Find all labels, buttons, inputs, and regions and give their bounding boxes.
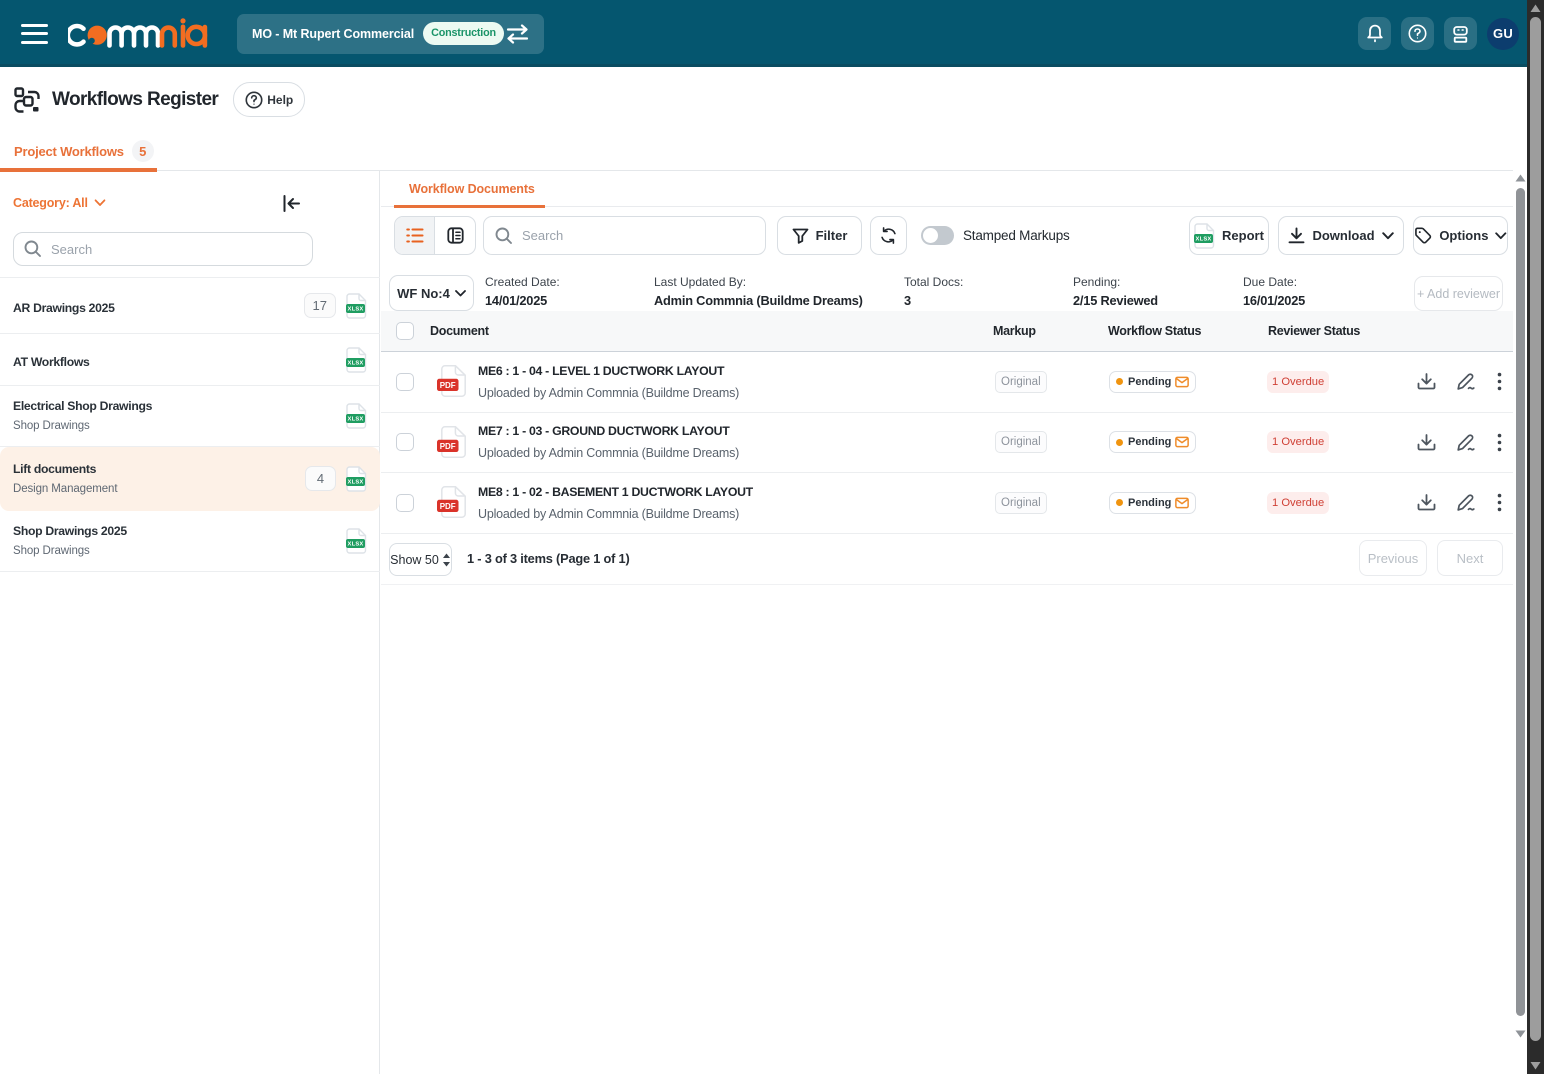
- svg-text:XLSX: XLSX: [348, 417, 364, 423]
- svg-text:XLSX: XLSX: [348, 542, 364, 548]
- svg-text:XLSX: XLSX: [1196, 236, 1212, 242]
- svg-text:XLSX: XLSX: [348, 306, 364, 312]
- svg-text:PDF: PDF: [440, 381, 456, 390]
- svg-text:PDF: PDF: [440, 502, 456, 511]
- svg-text:PDF: PDF: [440, 442, 456, 451]
- svg-text:XLSX: XLSX: [348, 479, 364, 485]
- svg-text:XLSX: XLSX: [348, 360, 364, 366]
